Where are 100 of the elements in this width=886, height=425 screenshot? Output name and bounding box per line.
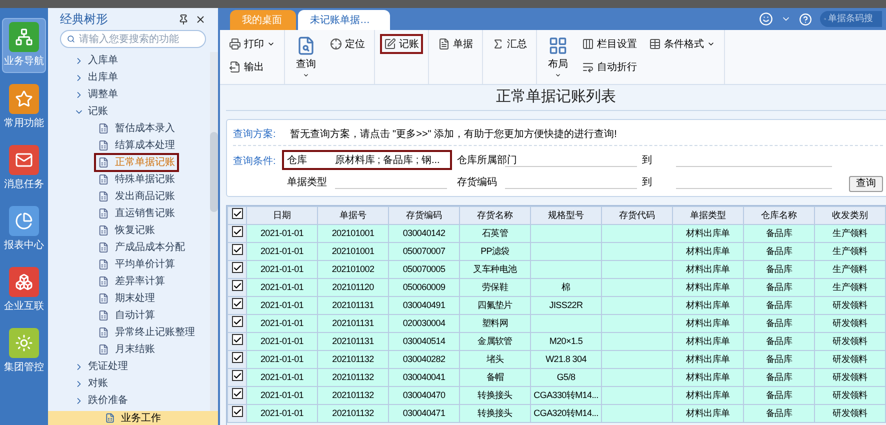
table-cell: 202101132 — [318, 404, 388, 422]
tree-item[interactable]: 调整单 — [74, 86, 210, 103]
table-cell — [602, 242, 672, 260]
table-cell: M20×1.5 — [530, 332, 602, 350]
toolbar-icon — [330, 38, 342, 50]
to-label: 到 — [642, 154, 652, 168]
table-cell: 研发领料 — [814, 386, 886, 404]
toolbar-button[interactable]: 栏目设置 — [578, 34, 641, 54]
toolbar-button[interactable]: 条件格式 — [645, 34, 719, 54]
table-cell: 020030004 — [388, 314, 460, 332]
toolbar-button[interactable]: 布局 — [542, 34, 574, 80]
tree-item[interactable]: 对账 — [74, 375, 210, 392]
table-cell: 转换接头 — [460, 404, 530, 422]
table-cell: G5/8 — [530, 368, 602, 386]
tree-item[interactable]: 入库单 — [74, 52, 210, 69]
table-cell: 202101001 — [318, 224, 388, 242]
toolbar-button[interactable]: 汇总 — [488, 34, 531, 54]
checkbox[interactable] — [232, 334, 242, 345]
table-cell: 030040041 — [388, 368, 460, 386]
bottom-tab[interactable]: 业务工作 — [48, 411, 218, 425]
table-cell: 202101120 — [318, 278, 388, 296]
checkbox[interactable] — [232, 406, 242, 417]
document-icon — [105, 413, 115, 423]
tree-item[interactable]: 结算成本处理 — [94, 136, 179, 155]
rail-item[interactable]: 报表中心 — [2, 203, 46, 256]
rail-item[interactable]: 常用功能 — [2, 81, 46, 134]
checkbox[interactable] — [232, 316, 242, 327]
tree-item[interactable]: 异常终止记账整理 — [94, 323, 199, 342]
checkbox[interactable] — [232, 370, 242, 381]
table-cell: 材料出库单 — [672, 386, 744, 404]
module-icon — [9, 84, 39, 114]
tree-item[interactable]: 直运销售记账 — [94, 204, 179, 223]
condition-field[interactable]: 仓库 原材料库 ; 备品库 ; 钢... — [282, 150, 452, 170]
table-cell: 202101132 — [318, 368, 388, 386]
table-cell: 202101132 — [318, 386, 388, 404]
checkbox[interactable] — [232, 262, 242, 273]
toolbar-icon — [438, 38, 450, 50]
rail-item[interactable]: 消息任务 — [2, 142, 46, 195]
checkbox[interactable] — [232, 244, 242, 255]
document-icon — [98, 310, 109, 321]
toolbar-button[interactable]: 输出 — [225, 57, 279, 77]
help-icon[interactable] — [799, 12, 812, 26]
table-cell: W21.8 304 — [530, 350, 602, 368]
table-cell: 生产领料 — [814, 278, 886, 296]
table-cell: 生产领料 — [814, 242, 886, 260]
condition-field[interactable]: 仓库所属部门 — [452, 150, 642, 170]
face-icon[interactable] — [759, 12, 773, 26]
tab[interactable]: 未记账单据… — [298, 10, 390, 30]
toolbar-button[interactable]: 自动折行 — [578, 57, 641, 77]
document-icon — [98, 208, 109, 219]
condition-field[interactable]: 单据类型 — [282, 172, 452, 192]
toolbar-button[interactable]: 定位 — [326, 34, 369, 54]
table-cell: 棉 — [530, 278, 602, 296]
rail-item[interactable]: 企业互联 — [2, 264, 46, 317]
tree-item[interactable]: 暂估成本录入 — [94, 119, 179, 138]
tree-item[interactable]: 出库单 — [74, 69, 210, 86]
toolbar-button[interactable]: 记账 — [380, 34, 423, 54]
document-icon — [98, 191, 109, 202]
tree-item[interactable]: 产成品成本分配 — [94, 238, 189, 257]
table-cell: 研发领料 — [814, 404, 886, 422]
tree-item[interactable]: 记账 — [74, 103, 210, 120]
tree-item[interactable]: 自动计算 — [94, 306, 159, 325]
table-cell — [530, 314, 602, 332]
tree-item[interactable]: 发出商品记账 — [94, 187, 179, 206]
checkbox[interactable] — [232, 298, 242, 309]
condition-field[interactable]: 存货编码 — [452, 172, 642, 192]
table-cell: 材料出库单 — [672, 368, 744, 386]
table-cell: 备品库 — [744, 296, 814, 314]
rail-item[interactable]: 集团管控 — [2, 325, 46, 378]
tree-item[interactable]: 恢复记账 — [94, 221, 159, 240]
table-cell: 金属软管 — [460, 332, 530, 350]
checkbox[interactable] — [232, 226, 242, 237]
checkbox[interactable] — [232, 280, 242, 291]
toolbar-button[interactable]: 打印 — [225, 34, 279, 54]
module-icon — [9, 328, 39, 358]
tree-item[interactable]: 跌价准备 — [74, 392, 210, 409]
table-cell — [602, 332, 672, 350]
table-cell: 材料出库单 — [672, 242, 744, 260]
query-button[interactable]: 查询 — [849, 176, 883, 192]
document-icon — [98, 225, 109, 236]
close-icon[interactable] — [195, 14, 206, 24]
to-label: 到 — [642, 176, 652, 190]
toolbar-button[interactable]: 查询 — [290, 34, 322, 80]
checkbox[interactable] — [232, 208, 242, 219]
checkbox[interactable] — [232, 352, 242, 363]
search-field[interactable]: 单据条码搜 — [820, 11, 882, 27]
pin-icon[interactable] — [178, 14, 189, 24]
tree-item[interactable]: 差异率计算 — [94, 272, 169, 291]
table-cell: 研发领料 — [814, 332, 886, 350]
tree-item[interactable]: 平均单价计算 — [94, 255, 179, 274]
tree-item[interactable]: 月末结账 — [94, 340, 159, 359]
search-field[interactable]: 请输入您要搜索的功能 — [60, 30, 206, 48]
tree-item[interactable]: 期末处理 — [94, 289, 159, 308]
toolbar-icon — [582, 61, 594, 73]
checkbox[interactable] — [232, 388, 242, 399]
toolbar-button[interactable]: 单据 — [434, 34, 477, 54]
table-cell: 2021-01-01 — [246, 260, 318, 278]
tree-item[interactable]: 特殊单据记账 — [94, 170, 179, 189]
scrollbar[interactable] — [210, 52, 218, 411]
tree-item[interactable]: 凭证处理 — [74, 358, 210, 375]
